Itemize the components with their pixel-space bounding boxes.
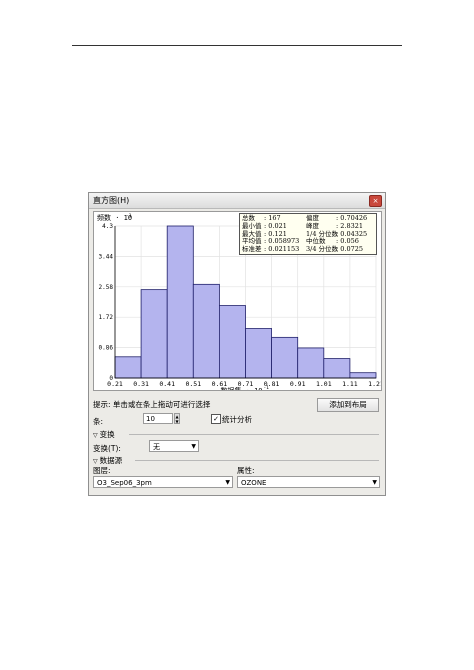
histogram-bar (219, 305, 246, 379)
histogram-bar (166, 225, 194, 379)
attribute-select-value: OZONE (241, 479, 267, 487)
stat-name: 标准差 (242, 245, 262, 254)
histogram-bar (140, 289, 168, 379)
attribute-label: 属性: (237, 466, 255, 475)
transform-select-value: 无 (153, 443, 160, 451)
y-axis-exponent: -1 (126, 213, 132, 219)
statistics-checkbox[interactable]: ✓ (211, 414, 221, 424)
section-divider (135, 460, 379, 461)
window-title: 直方图(H) (93, 196, 130, 205)
x-tick-label: 0.41 (159, 380, 175, 388)
add-to-layout-button[interactable]: 添加到布局 (317, 398, 379, 412)
x-tick-label: 0.51 (185, 380, 201, 388)
layer-label: 图层: (93, 466, 111, 475)
x-axis-label: 数据集 · 10 (220, 386, 262, 390)
chevron-down-icon: ▼ (225, 479, 230, 486)
x-tick-label: 1.01 (316, 380, 332, 388)
histogram-bar (323, 358, 351, 379)
statistics-checkbox-label: 统计分析 (222, 415, 252, 424)
stat-name: 3/4 分位数 (306, 245, 339, 254)
y-tick-label: 3.44 (99, 253, 114, 260)
transform-select[interactable]: 无 ▼ (149, 440, 199, 452)
histogram-bar (349, 372, 377, 379)
transform-section-label: 变换 (99, 430, 115, 439)
statistics-panel: 总数: 167 偏度: 0.70426 最小值: 0.021 峰度: 2.8321 最大… (239, 213, 377, 255)
y-tick-label: 0.86 (99, 345, 114, 352)
data-source-section-label: 数据源 (99, 456, 123, 465)
y-tick-label: 1.72 (99, 314, 114, 321)
histogram-bar (114, 356, 142, 379)
x-axis-exponent: -1 (264, 385, 270, 390)
page-top-rule (72, 45, 402, 46)
transform-section-header[interactable]: ▽ 变换 (93, 429, 115, 440)
stat-value: : 0.0725 (336, 245, 363, 254)
histogram-bar (192, 283, 220, 379)
stat-value: : 0.021153 (264, 245, 300, 254)
y-tick-label: 0 (109, 375, 113, 382)
x-tick-label: 0.91 (290, 380, 306, 388)
bins-spinner[interactable]: ▲ ▼ (174, 413, 180, 424)
y-tick-label: 2.58 (99, 284, 114, 291)
y-tick-label: 4.3 (102, 223, 113, 230)
attribute-select[interactable]: OZONE ▼ (237, 476, 380, 488)
histogram-bar (245, 328, 273, 379)
section-divider (129, 434, 379, 435)
layer-select[interactable]: O3_Sep06_3pm ▼ (93, 476, 233, 488)
collapse-icon: ▽ (93, 432, 98, 439)
chevron-down-icon: ▼ (191, 443, 196, 450)
stats-row: 标准差: 0.021153 3/4 分位数: 0.0725 (242, 245, 374, 254)
hint-text: 提示: 单击或在条上拖动可进行选择 (93, 400, 211, 409)
x-tick-label: 0.31 (133, 380, 149, 388)
transform-label: 变换(T): (93, 444, 121, 453)
histogram-window: 直方图(H) × 0.21 0.31 0.41 0.51 0.61 0.71 0.81 0.9… (88, 192, 386, 496)
bins-label: 条: (93, 417, 104, 426)
x-tick-label: 1.21 (368, 380, 381, 388)
collapse-icon: ▽ (93, 458, 98, 465)
layer-select-value: O3_Sep06_3pm (97, 479, 152, 487)
title-bar[interactable]: 直方图(H) × (89, 193, 385, 209)
close-icon[interactable]: × (369, 195, 382, 207)
histogram-bar (271, 336, 299, 379)
bins-input[interactable]: 10 (143, 413, 173, 424)
chevron-down-icon: ▼ (372, 479, 377, 486)
x-tick-label: 1.11 (342, 380, 358, 388)
histogram-bar (297, 347, 325, 379)
